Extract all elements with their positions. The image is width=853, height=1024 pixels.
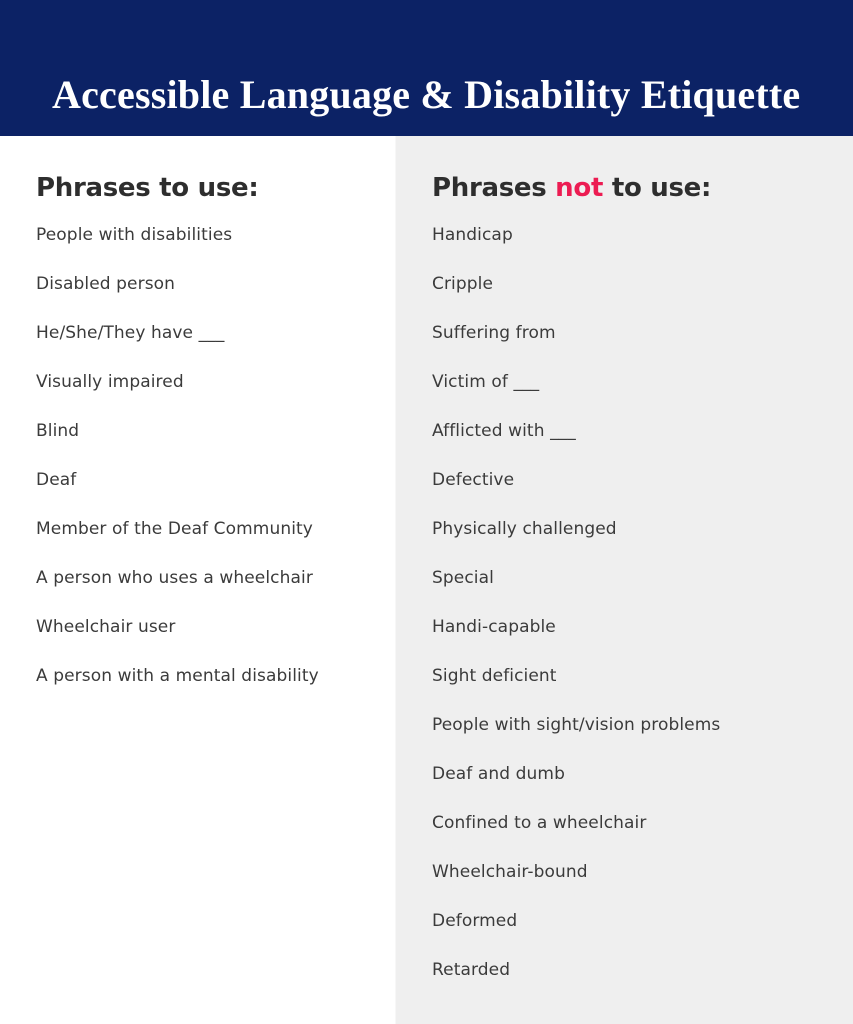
phrase-item-avoid: Defective [432,470,515,490]
column-phrases-not-to-use: Phrases not to use: Handicap Cripple Suffe… [396,136,853,1024]
phrase-item-avoid: Suffering from [432,323,556,343]
phrase-list-use: People with disabilities Disabled person H… [36,224,386,714]
phrase-item-avoid: Wheelchair-bound [432,862,588,882]
phrase-item-avoid: Sight deficient [432,666,557,686]
phrase-item-use: Visually impaired [36,372,184,392]
column-phrases-to-use: Phrases to use: People with disabilities… [0,136,396,1024]
phrase-item-avoid: Confined to a wheelchair [432,813,647,833]
phrase-item-use: Deaf [36,470,77,490]
phrase-item-avoid: Afflicted with ___ [432,421,576,441]
phrase-item-avoid: Special [432,568,494,588]
phrase-item-use: Wheelchair user [36,617,176,637]
phrase-item-use: A person who uses a wheelchair [36,568,313,588]
phrase-item-avoid: Retarded [432,960,511,980]
two-column-body: Phrases to use: People with disabilities… [0,136,853,1024]
phrase-item-avoid: Handi-capable [432,617,556,637]
phrase-item-use: A person with a mental disability [36,666,319,686]
phrase-item-avoid: Physically challenged [432,519,617,539]
phrase-item-avoid: Handicap [432,225,513,245]
phrase-item-avoid: Victim of ___ [432,372,540,392]
heading-text-before: Phrases [432,173,556,203]
header-banner: Accessible Language & Disability Etiquet… [0,0,853,136]
phrase-item-use: Disabled person [36,274,176,294]
phrase-item-use: Blind [36,421,80,441]
phrase-item-use: Member of the Deaf Community [36,519,313,539]
column-heading-avoid: Phrases not to use: [432,173,711,203]
phrase-item-avoid: Deaf and dumb [432,764,565,784]
column-heading-use: Phrases to use: [36,173,259,203]
heading-text-after: to use: [603,173,712,203]
infographic-page: Accessible Language & Disability Etiquet… [0,0,853,1024]
phrase-item-use: People with disabilities [36,225,233,245]
phrase-item-avoid: Cripple [432,274,494,294]
phrase-item-avoid: People with sight/vision problems [432,715,721,735]
heading-accent-not: not [555,173,604,203]
phrase-item-avoid: Deformed [432,911,518,931]
page-title: Accessible Language & Disability Etiquet… [52,71,801,117]
phrase-list-avoid: Handicap Cripple Suffering from Victim of _… [432,224,843,1008]
phrase-item-use: He/She/They have ___ [36,323,225,343]
